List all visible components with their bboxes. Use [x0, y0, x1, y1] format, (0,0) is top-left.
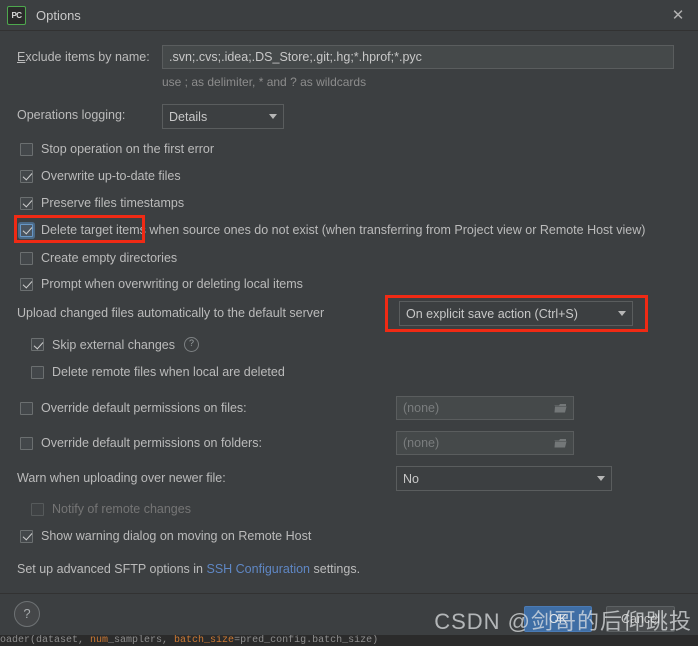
folder-icon[interactable]: [554, 438, 567, 449]
chevron-down-icon: [597, 476, 605, 481]
checkbox-preserve-timestamps[interactable]: Preserve files timestamps: [20, 196, 184, 210]
checkbox-box: [31, 338, 44, 351]
permissions-folders-value: (none): [403, 436, 440, 450]
checkbox-skip-external-changes[interactable]: Skip external changes ?: [31, 337, 199, 352]
code-text-2: num: [90, 635, 109, 646]
window-title: Options: [36, 7, 81, 23]
operations-logging-label: Operations logging:: [17, 108, 126, 122]
chevron-down-icon: [618, 311, 626, 316]
operations-logging-value: Details: [169, 109, 208, 124]
upload-automatically-select[interactable]: On explicit save action (Ctrl+S): [399, 301, 633, 326]
checkbox-box: [20, 223, 33, 237]
code-text-5: =pred_config.batch_size): [234, 635, 379, 646]
warn-newer-file-label: Warn when uploading over newer file:: [17, 471, 226, 485]
folder-icon[interactable]: [554, 403, 567, 414]
exclude-items-hint: use ; as delimiter, * and ? as wildcards: [162, 75, 367, 89]
code-text-4: batch_size: [174, 635, 235, 646]
checkbox-show-warning-moving[interactable]: Show warning dialog on moving on Remote …: [20, 529, 311, 543]
permissions-folders-input[interactable]: (none): [396, 431, 574, 455]
checkbox-box: [20, 142, 33, 156]
ok-button[interactable]: OK: [524, 606, 592, 632]
code-text-3: _samplers,: [108, 635, 175, 646]
checkbox-box: [31, 502, 44, 516]
dialog-footer: ?: [0, 593, 698, 636]
checkbox-box: [31, 365, 44, 379]
close-icon[interactable]: ✕: [666, 4, 690, 26]
checkbox-stop-on-first-error[interactable]: Stop operation on the first error: [20, 142, 214, 156]
checkbox-box: [20, 401, 33, 415]
sftp-note-suffix: settings.: [310, 562, 361, 576]
checkbox-box: [20, 529, 33, 543]
checkbox-box: [20, 169, 33, 183]
checkbox-override-permissions-files[interactable]: Override default permissions on files:: [20, 401, 247, 415]
exclude-items-label: Exclude items by name:: [17, 50, 150, 64]
exclude-items-input[interactable]: .svn;.cvs;.idea;.DS_Store;.git;.hg;*.hpr…: [162, 45, 674, 69]
code-text-1: oader(dataset,: [0, 635, 91, 646]
cancel-button[interactable]: Cancel: [606, 606, 675, 632]
help-button[interactable]: ?: [14, 601, 40, 627]
checkbox-box: [20, 196, 33, 210]
upload-automatically-value: On explicit save action (Ctrl+S): [406, 306, 578, 321]
warn-newer-file-value: No: [403, 471, 419, 486]
warn-newer-file-select[interactable]: No: [396, 466, 612, 491]
chevron-down-icon: [269, 114, 277, 119]
help-question-icon[interactable]: ?: [184, 337, 199, 352]
checkbox-prompt-when-overwriting[interactable]: Prompt when overwriting or deleting loca…: [20, 277, 303, 291]
sftp-options-note: Set up advanced SFTP options in SSH Conf…: [17, 562, 360, 576]
checkbox-overwrite-up-to-date[interactable]: Overwrite up-to-date files: [20, 169, 181, 183]
options-dialog: PC Options ✕ Exclude items by name: .svn…: [0, 0, 698, 646]
checkbox-create-empty-directories[interactable]: Create empty directories: [20, 251, 177, 265]
sftp-note-prefix: Set up advanced SFTP options in: [17, 562, 207, 576]
upload-automatically-label: Upload changed files automatically to th…: [17, 306, 325, 320]
checkbox-notify-remote-changes[interactable]: Notify of remote changes: [31, 502, 191, 516]
operations-logging-select[interactable]: Details: [162, 104, 284, 129]
title-bar: PC Options ✕: [0, 0, 698, 31]
ssh-configuration-link[interactable]: SSH Configuration: [206, 562, 310, 576]
checkbox-override-permissions-folders[interactable]: Override default permissions on folders:: [20, 436, 262, 450]
checkbox-box: [20, 436, 33, 450]
background-code-strip: oader(dataset, num_samplers, batch_size=…: [0, 635, 698, 646]
checkbox-delete-remote-files[interactable]: Delete remote files when local are delet…: [31, 365, 285, 379]
checkbox-box: [20, 251, 33, 265]
dialog-content: Exclude items by name: .svn;.cvs;.idea;.…: [0, 31, 698, 593]
permissions-files-value: (none): [403, 401, 440, 415]
pycharm-logo-icon: PC: [7, 5, 26, 25]
checkbox-box: [20, 277, 33, 291]
checkbox-delete-target-items[interactable]: Delete target items when source ones do …: [20, 223, 645, 237]
permissions-files-input[interactable]: (none): [396, 396, 574, 420]
